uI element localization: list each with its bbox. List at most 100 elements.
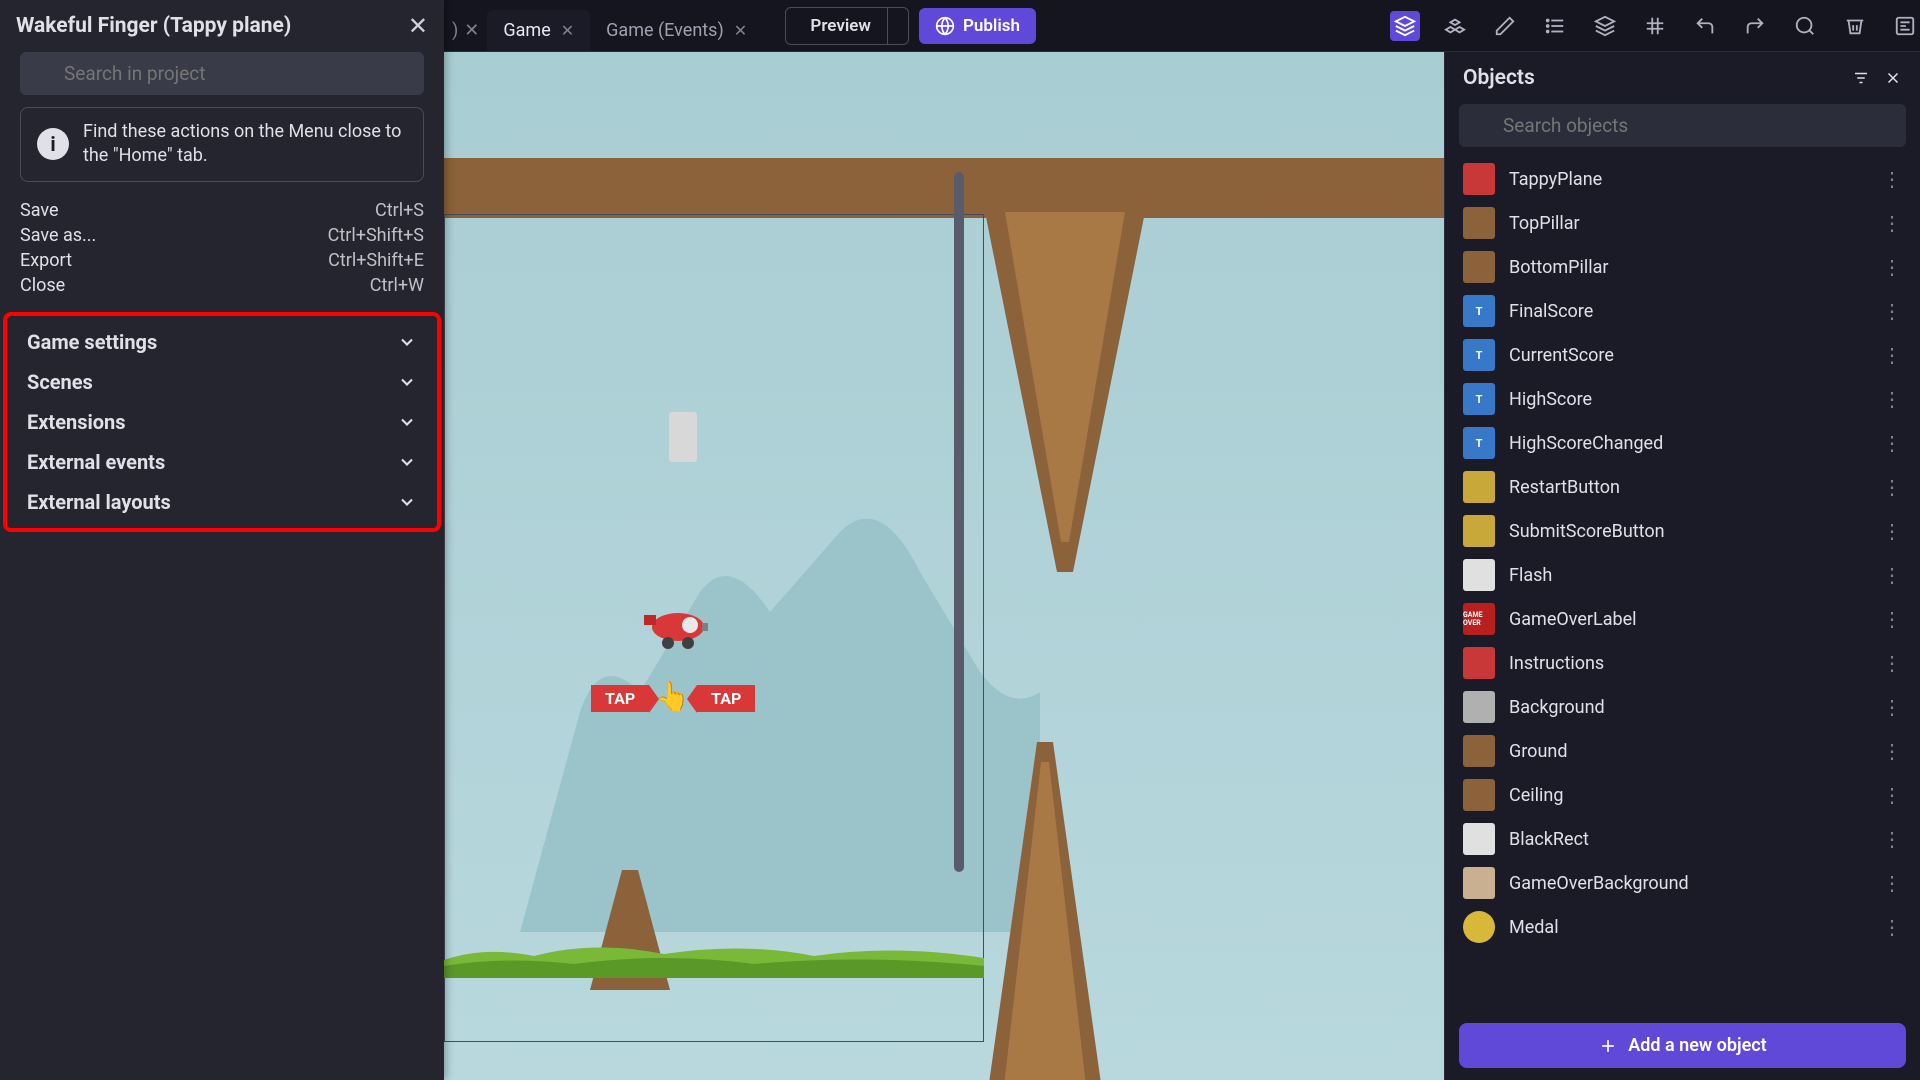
redo-button[interactable]	[1740, 11, 1770, 41]
objects-panel-title: Objects	[1463, 66, 1535, 90]
object-row-instructions[interactable]: Instructions ⋮	[1445, 641, 1920, 685]
more-icon[interactable]: ⋮	[1882, 827, 1902, 851]
menu-item-shortcut: Ctrl+W	[370, 275, 424, 296]
objects-panel-toggle[interactable]	[1390, 11, 1420, 41]
tab-label: Game	[503, 20, 550, 41]
more-icon[interactable]: ⋮	[1882, 695, 1902, 719]
object-row-medal[interactable]: Medal⋮	[1445, 905, 1920, 949]
filter-icon[interactable]	[1852, 69, 1870, 87]
preview-button[interactable]: Preview	[785, 7, 888, 45]
object-thumb: T	[1463, 427, 1495, 459]
more-icon[interactable]: ⋮	[1882, 651, 1902, 675]
object-row-toppillar[interactable]: TopPillar⋮	[1445, 201, 1920, 245]
more-icon[interactable]: ⋮	[1882, 915, 1902, 939]
menu-item-save-as-[interactable]: Save as...Ctrl+Shift+S	[20, 223, 424, 248]
more-icon[interactable]: ⋮	[1882, 475, 1902, 499]
undo-button[interactable]	[1690, 11, 1720, 41]
object-row-blackrect[interactable]: BlackRect⋮	[1445, 817, 1920, 861]
tab-stub[interactable]: ) ✕	[444, 10, 487, 51]
tab-game[interactable]: Game ✕	[487, 10, 590, 51]
chevron-down-icon	[397, 452, 417, 472]
objects-panel-header: Objects	[1445, 52, 1920, 104]
object-row-highscore[interactable]: THighScore⋮	[1445, 377, 1920, 421]
more-icon[interactable]: ⋮	[1882, 431, 1902, 455]
menu-item-save[interactable]: SaveCtrl+S	[20, 198, 424, 223]
menu-item-close[interactable]: CloseCtrl+W	[20, 273, 424, 298]
chevron-down-icon	[397, 492, 417, 512]
section-external-events[interactable]: External events	[27, 442, 417, 482]
object-row-background[interactable]: Background⋮	[1445, 685, 1920, 729]
object-row-gameoverlabel[interactable]: GAME OVERGameOverLabel⋮	[1445, 597, 1920, 641]
section-extensions[interactable]: Extensions	[27, 402, 417, 442]
vertical-scrollbar[interactable]	[954, 172, 964, 872]
menu-item-export[interactable]: ExportCtrl+Shift+E	[20, 248, 424, 273]
preview-label: Preview	[810, 16, 871, 36]
objects-search-input[interactable]	[1459, 104, 1906, 147]
section-external-layouts[interactable]: External layouts	[27, 482, 417, 522]
project-drawer: Wakeful Finger (Tappy plane) ✕ i Find th…	[0, 0, 444, 1080]
info-icon: i	[37, 128, 69, 160]
zoom-button[interactable]	[1790, 11, 1820, 41]
object-row-tappyplane[interactable]: TappyPlane⋮	[1445, 157, 1920, 201]
object-row-submitscorebutton[interactable]: SubmitScoreButton⋮	[1445, 509, 1920, 553]
settings-button[interactable]	[1890, 11, 1920, 41]
section-label: External events	[27, 450, 165, 474]
close-icon[interactable]: ✕	[734, 21, 747, 40]
more-icon[interactable]: ⋮	[1882, 387, 1902, 411]
object-groups-icon[interactable]	[1440, 11, 1470, 41]
project-search-input[interactable]	[20, 52, 424, 95]
object-row-currentscore[interactable]: TCurrentScore⋮	[1445, 333, 1920, 377]
instances-list-icon[interactable]	[1540, 11, 1570, 41]
cube-icon	[1394, 15, 1416, 37]
toolbar-right: Preview Publish	[771, 0, 1050, 51]
close-icon[interactable]: ✕	[561, 21, 574, 40]
section-scenes[interactable]: Scenes	[27, 362, 417, 402]
object-row-highscorechanged[interactable]: T HighScoreChanged ⋮	[1445, 421, 1920, 465]
more-icon[interactable]: ⋮	[1882, 607, 1902, 631]
object-row-flash[interactable]: Flash⋮	[1445, 553, 1920, 597]
section-game-settings[interactable]: Game settings	[27, 322, 417, 362]
grid-icon	[1644, 15, 1666, 37]
tab-game-events[interactable]: Game (Events) ✕	[590, 10, 763, 51]
object-name: Instructions	[1509, 653, 1868, 674]
objects-search-wrap	[1445, 104, 1920, 157]
more-icon[interactable]: ⋮	[1882, 563, 1902, 587]
more-icon[interactable]: ⋮	[1882, 343, 1902, 367]
list-icon	[1544, 15, 1566, 37]
object-name: HighScoreChanged	[1509, 433, 1868, 454]
more-icon[interactable]: ⋮	[1882, 167, 1902, 191]
grid-icon[interactable]	[1640, 11, 1670, 41]
layers-icon[interactable]	[1590, 11, 1620, 41]
close-icon[interactable]	[1884, 69, 1902, 87]
object-thumb	[1463, 471, 1495, 503]
preview-dropdown[interactable]	[888, 7, 909, 45]
close-icon[interactable]: ✕	[464, 20, 479, 41]
object-row-restartbutton[interactable]: RestartButton ⋮	[1445, 465, 1920, 509]
delete-button[interactable]	[1840, 11, 1870, 41]
drawer-header: Wakeful Finger (Tappy plane) ✕	[0, 0, 444, 52]
more-icon[interactable]: ⋮	[1882, 255, 1902, 279]
publish-button[interactable]: Publish	[919, 8, 1036, 44]
more-icon[interactable]: ⋮	[1882, 211, 1902, 235]
menu-item-shortcut: Ctrl+Shift+S	[328, 225, 424, 246]
object-row-bottompillar[interactable]: BottomPillar⋮	[1445, 245, 1920, 289]
more-icon[interactable]: ⋮	[1882, 783, 1902, 807]
menu-item-shortcut: Ctrl+Shift+E	[328, 250, 424, 271]
object-row-finalscore[interactable]: TFinalScore⋮	[1445, 289, 1920, 333]
object-row-gameoverbackground[interactable]: GameOverBackground⋮	[1445, 861, 1920, 905]
object-row-ground[interactable]: Ground⋮	[1445, 729, 1920, 773]
instructions-object: TAP 👆 TAP	[591, 680, 755, 716]
object-name: RestartButton	[1509, 477, 1868, 498]
add-object-button[interactable]: Add a new object	[1459, 1023, 1906, 1068]
more-icon[interactable]: ⋮	[1882, 739, 1902, 763]
close-icon[interactable]: ✕	[408, 12, 428, 40]
object-name: GameOverLabel	[1509, 609, 1868, 630]
object-thumb	[1463, 911, 1495, 943]
more-icon[interactable]: ⋮	[1882, 519, 1902, 543]
more-icon[interactable]: ⋮	[1882, 299, 1902, 323]
section-label: Game settings	[27, 330, 157, 354]
info-box: i Find these actions on the Menu close t…	[20, 107, 424, 182]
more-icon[interactable]: ⋮	[1882, 871, 1902, 895]
edit-icon[interactable]	[1490, 11, 1520, 41]
object-row-ceiling[interactable]: Ceiling⋮	[1445, 773, 1920, 817]
